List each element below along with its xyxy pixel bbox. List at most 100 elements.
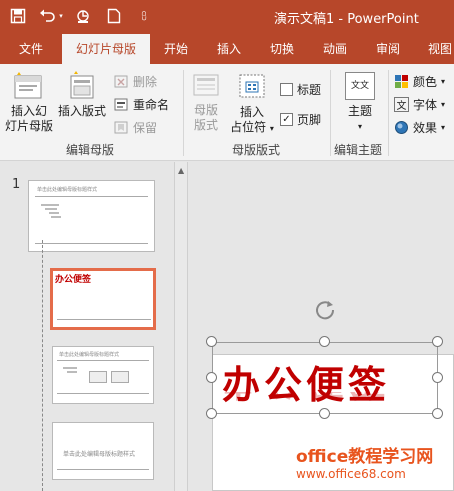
resize-handle-left[interactable]: [206, 372, 217, 383]
effects-button[interactable]: 效果 ▾: [394, 119, 445, 136]
thumbnail-footer-line: [57, 469, 149, 470]
master-layout-icon: [193, 74, 219, 96]
chevron-down-icon: ▾: [441, 123, 446, 132]
master-layout-label-2: 版式: [193, 118, 218, 132]
title-bar: ▾ ⩉ 演示文稿1 - PowerPoint: [0, 0, 454, 34]
thumbnail-scrollbar[interactable]: ▲: [174, 162, 188, 491]
chevron-down-icon: ▾: [441, 100, 446, 109]
undo-dropdown-icon[interactable]: ▾: [58, 6, 64, 26]
thumbnail-title-text: 单击此处编辑母版标题样式: [63, 451, 136, 458]
resize-handle-top-right[interactable]: [432, 336, 443, 347]
resize-handle-bottom[interactable]: [319, 408, 330, 419]
title-checkbox[interactable]: 标题: [280, 81, 321, 98]
thumbnail-title-text: 办公便签: [55, 275, 92, 285]
thumbnail-text-line: [51, 216, 61, 218]
resize-handle-right[interactable]: [432, 372, 443, 383]
footer-checkbox[interactable]: ✓ 页脚: [280, 111, 321, 128]
save-icon[interactable]: [8, 6, 28, 26]
group-separator: [183, 70, 184, 156]
thumbnail-layout[interactable]: 单击此处编辑母版标题样式: [52, 422, 154, 480]
master-layout-button[interactable]: 母版 版式: [188, 73, 224, 133]
delete-button[interactable]: 删除: [114, 73, 157, 90]
rename-button[interactable]: 重命名: [114, 96, 169, 113]
thumbnail-image-placeholder: [89, 371, 107, 383]
tab-insert[interactable]: 插入: [209, 34, 249, 64]
tab-animations[interactable]: 动画: [315, 34, 355, 64]
thumbnail-title-text: 单击此处编辑母版标题样式: [59, 352, 120, 358]
insert-slide-master-button[interactable]: 插入幻 灯片母版: [4, 70, 54, 134]
insert-placeholder-button[interactable]: 插入 占位符 ▾: [226, 73, 278, 136]
ribbon-tabs: 文件 幻灯片母版 开始 插入 切换 动画 审阅 视图: [0, 34, 454, 64]
preserve-button[interactable]: 保留: [114, 119, 157, 136]
tab-file[interactable]: 文件: [6, 34, 56, 64]
thumbnail-text-line: [41, 204, 59, 206]
ribbon: 插入幻 灯片母版 插入版式 删除 重命名 保留 编辑母版 母版 版式 插入 占位…: [0, 64, 454, 161]
resize-handle-bottom-right[interactable]: [432, 408, 443, 419]
thumbnail-footer-line: [57, 319, 151, 320]
theme-label: 主题: [347, 104, 372, 118]
thumbnail-footer-line: [57, 393, 149, 394]
colors-icon: [395, 75, 408, 88]
resize-handle-top-left[interactable]: [206, 336, 217, 347]
insert-slide-master-icon: [14, 72, 42, 99]
quick-access-toolbar: ▾ ⩉: [8, 6, 154, 26]
insert-layout-button[interactable]: 插入版式: [56, 70, 108, 119]
scroll-up-icon[interactable]: ▲: [178, 166, 184, 175]
group-label-master-layout: 母版版式: [231, 143, 280, 157]
thumbnail-footer-line: [35, 243, 148, 244]
delete-icon: [114, 75, 128, 88]
group-separator: [388, 70, 389, 156]
insert-placeholder-label-1: 插入: [239, 105, 264, 119]
chevron-down-icon: ▾: [269, 124, 274, 133]
group-label-edit-theme: 编辑主题: [333, 143, 382, 157]
tab-home[interactable]: 开始: [156, 34, 196, 64]
rotate-handle-icon[interactable]: [313, 297, 337, 321]
title-checkbox-label: 标题: [297, 83, 322, 97]
theme-icon: 文文: [345, 72, 375, 100]
thumbnail-text-line: [45, 208, 57, 210]
chevron-down-icon: ▾: [357, 122, 362, 131]
effects-label: 效果: [413, 121, 438, 135]
fonts-button[interactable]: 文 字体 ▾: [394, 96, 445, 113]
delete-label: 删除: [133, 75, 158, 89]
effects-icon: [395, 121, 408, 134]
thumbnail-text-line: [49, 212, 59, 214]
insert-placeholder-label-2: 占位符 ▾: [230, 120, 274, 134]
thumbnail-text-line: [67, 371, 77, 373]
tab-transitions[interactable]: 切换: [262, 34, 302, 64]
footer-checkbox-label: 页脚: [297, 113, 322, 127]
thumbnail-title-text: 单击此处编辑母版标题样式: [37, 187, 98, 193]
group-label-edit-master: 编辑母版: [65, 143, 114, 157]
title-selection-box[interactable]: [212, 342, 438, 414]
tab-slide-master[interactable]: 幻灯片母版: [62, 34, 150, 64]
insert-slide-master-label-2: 灯片母版: [4, 119, 53, 133]
thumbnail-divider: [57, 360, 149, 361]
undo-icon[interactable]: [38, 6, 58, 26]
thumbnail-layout[interactable]: 单击此处编辑母版标题样式: [52, 346, 154, 404]
rename-label: 重命名: [133, 98, 170, 112]
redo-icon[interactable]: [74, 6, 94, 26]
resize-handle-bottom-left[interactable]: [206, 408, 217, 419]
thumbnail-slide-master[interactable]: 单击此处编辑母版标题样式: [28, 180, 155, 252]
tab-view[interactable]: 视图: [420, 34, 454, 64]
colors-button[interactable]: 颜色 ▾: [394, 73, 445, 90]
customize-icon[interactable]: ⩉: [134, 6, 154, 26]
tab-review[interactable]: 审阅: [368, 34, 408, 64]
title-checkbox-box[interactable]: [280, 83, 293, 96]
chevron-down-icon: ▾: [441, 77, 446, 86]
thumbnail-connector-line: [42, 240, 43, 491]
new-icon[interactable]: [104, 6, 124, 26]
resize-handle-top[interactable]: [319, 336, 330, 347]
thumbnail-layout-selected[interactable]: 办公便签: [50, 268, 156, 330]
slide-number: 1: [12, 177, 21, 192]
master-layout-label-1: 母版: [193, 103, 218, 117]
theme-button[interactable]: 文文 主题 ▾: [338, 72, 382, 134]
rename-icon: [114, 98, 128, 111]
insert-slide-master-label-1: 插入幻: [10, 104, 47, 118]
thumbnail-divider: [35, 196, 148, 197]
fonts-label: 字体: [413, 98, 438, 112]
thumbnail-image-placeholder: [111, 371, 129, 383]
preserve-label: 保留: [133, 121, 158, 135]
fonts-icon: 文: [394, 97, 409, 112]
footer-checkbox-box[interactable]: ✓: [280, 113, 293, 126]
